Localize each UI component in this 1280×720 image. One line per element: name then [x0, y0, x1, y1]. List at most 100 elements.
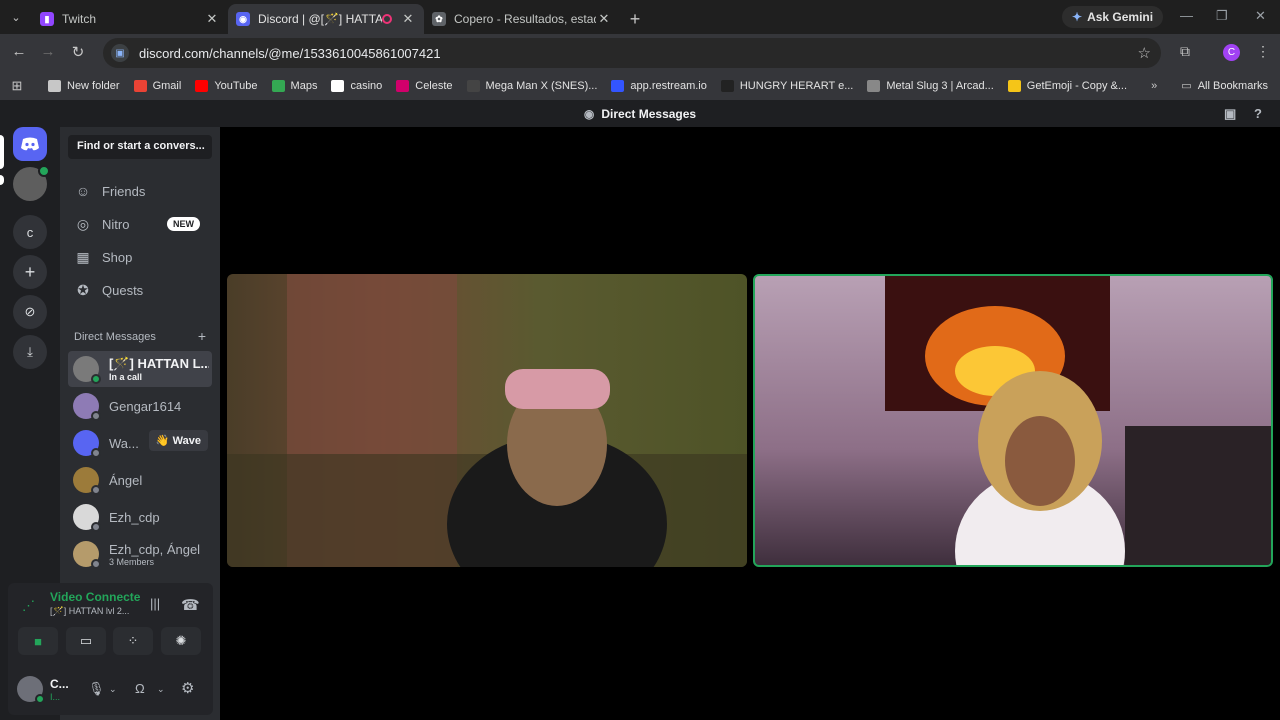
status-dot: [91, 559, 101, 569]
username[interactable]: C...: [50, 677, 69, 691]
dm-item[interactable]: Ezh_cdp, Ángel 3 Members: [68, 536, 212, 572]
forward-arrow-icon[interactable]: →: [33, 43, 63, 60]
download-icon[interactable]: ⤓: [13, 335, 47, 369]
ask-gemini-button[interactable]: ✦ Ask Gemini: [1062, 6, 1164, 28]
close-tab-icon[interactable]: ✕: [204, 11, 220, 27]
user-panel: C... I... 🎙 ⌄ Ω ⌄ ⚙: [8, 663, 213, 715]
reload-icon[interactable]: ↻: [63, 43, 93, 61]
bookmark-item[interactable]: New folder: [48, 80, 120, 92]
site-info-icon[interactable]: ▣: [111, 44, 129, 62]
activities-button[interactable]: ⁘: [113, 627, 153, 655]
headphones-icon[interactable]: Ω: [135, 681, 145, 696]
bookmark-item[interactable]: GetEmoji - Copy &...: [1007, 80, 1127, 92]
tab-title: Twitch: [62, 12, 97, 26]
status-dot: [91, 522, 101, 532]
search-input[interactable]: Find or start a convers...: [68, 135, 212, 159]
discord-home-button[interactable]: [13, 127, 47, 161]
connection-signal-icon[interactable]: ⋰: [22, 598, 35, 614]
nav-label: Shop: [102, 249, 133, 265]
server-c[interactable]: c: [13, 215, 47, 249]
dm-item[interactable]: [🪄] HATTAN L... In a call: [68, 351, 212, 387]
bookmark-label: Gmail: [152, 80, 182, 92]
bookmark-label: Celeste: [415, 80, 453, 92]
bookmark-item[interactable]: Gmail: [133, 80, 182, 92]
bookmark-star-icon[interactable]: ☆: [1138, 44, 1151, 62]
more-bookmarks-chevron-icon[interactable]: »: [1151, 80, 1157, 92]
folder-icon: [48, 80, 61, 92]
bookmark-label: casino: [350, 80, 383, 92]
back-arrow-icon[interactable]: ←: [4, 43, 34, 60]
add-server-plus-icon[interactable]: +: [13, 255, 47, 289]
folder-icon: ▭: [1181, 80, 1192, 92]
create-dm-plus-icon[interactable]: +: [198, 329, 206, 343]
server-avatar[interactable]: [13, 165, 50, 201]
shop-icon: ▦: [76, 248, 90, 265]
dm-item[interactable]: Gengar1614: [68, 388, 212, 424]
discover-compass-icon[interactable]: ⊘: [13, 295, 47, 329]
restore-icon[interactable]: ❐: [1216, 8, 1228, 24]
dm-item[interactable]: Ángel: [68, 462, 212, 498]
tab-search-chevron-icon[interactable]: ⌄: [0, 0, 32, 34]
nav-shop[interactable]: ▦ Shop: [68, 242, 212, 272]
nav-nitro[interactable]: ◎ Nitro NEW: [68, 209, 212, 239]
video-tile-participant-1[interactable]: [227, 274, 747, 567]
help-icon[interactable]: ?: [1254, 106, 1262, 121]
tab-title: Discord | @[🪄] HATTAN lvl 2…: [258, 12, 382, 26]
browser-tab-bar: ⌄ ▮ Twitch ✕ ◉ Discord | @[🪄] HATTAN lvl…: [0, 0, 1280, 34]
avatar: [73, 467, 101, 495]
camera-button[interactable]: ■: [18, 627, 58, 655]
dm-item[interactable]: Ezh_cdp: [68, 499, 212, 535]
new-tab-plus-icon[interactable]: +: [620, 4, 650, 34]
bookmark-item[interactable]: Maps: [271, 80, 317, 92]
inbox-icon[interactable]: ▣: [1224, 106, 1236, 122]
dm-text: Ángel: [109, 473, 142, 488]
browser-toolbar: ← → ↻ ▣ discord.com/channels/@me/1533610…: [0, 34, 1280, 72]
tab-twitch[interactable]: ▮ Twitch ✕: [32, 4, 229, 34]
celeste-icon: [396, 80, 410, 92]
bookmark-item[interactable]: casino: [331, 80, 382, 92]
bookmark-item[interactable]: YouTube: [195, 80, 258, 92]
megaman-icon: [466, 80, 480, 92]
user-avatar[interactable]: [17, 676, 45, 704]
audio-options-chevron-icon[interactable]: ⌄: [157, 684, 165, 695]
minimize-icon[interactable]: —: [1180, 8, 1193, 23]
recording-indicator-icon: [382, 14, 392, 24]
dm-name: Ezh_cdp, Ángel: [109, 541, 201, 557]
browser-menu-kebab-icon[interactable]: ⋮: [1256, 43, 1270, 60]
bookmark-item[interactable]: app.restream.io: [611, 80, 707, 92]
wave-button[interactable]: 👋 Wave: [148, 430, 208, 451]
dm-item[interactable]: Wa... 👋 Wave: [68, 425, 212, 461]
microphone-icon[interactable]: 🎙: [88, 681, 105, 697]
address-bar[interactable]: ▣ discord.com/channels/@me/1533610045861…: [103, 38, 1161, 68]
maps-icon: [271, 80, 285, 92]
nav-quests[interactable]: ✪ Quests: [68, 275, 212, 305]
close-tab-icon[interactable]: ✕: [400, 11, 416, 27]
profile-avatar[interactable]: C: [1223, 44, 1240, 61]
mic-options-chevron-icon[interactable]: ⌄: [109, 684, 117, 695]
screen-share-button[interactable]: ▭: [66, 627, 106, 655]
close-tab-icon[interactable]: ✕: [596, 11, 612, 27]
page-title: Direct Messages: [601, 106, 697, 121]
soundboard-button[interactable]: ✺: [161, 627, 201, 655]
nav-friends[interactable]: ☺ Friends: [68, 176, 212, 206]
voice-channel-name[interactable]: [🪄] HATTAN lvl 2...: [50, 606, 146, 617]
window-close-icon[interactable]: ✕: [1255, 8, 1266, 24]
tab-discord[interactable]: ◉ Discord | @[🪄] HATTAN lvl 2… ✕: [228, 4, 424, 34]
voice-status-title: Video Connected: [50, 590, 140, 604]
settings-gear-icon[interactable]: ⚙: [181, 679, 194, 697]
status-dot: [91, 485, 101, 495]
tab-copero[interactable]: ✿ Copero - Resultados, estadístic… ✕: [424, 4, 620, 34]
bookmark-item[interactable]: Metal Slug 3 | Arcad...: [867, 80, 994, 92]
video-tile-participant-2-speaking[interactable]: [753, 274, 1273, 567]
bookmark-item[interactable]: Celeste: [396, 80, 453, 92]
bookmark-item[interactable]: Mega Man X (SNES)...: [466, 80, 597, 92]
extensions-puzzle-icon[interactable]: ⧉: [1180, 43, 1190, 60]
twitch-favicon-icon: ▮: [40, 12, 54, 26]
disconnect-call-icon[interactable]: ☎: [181, 596, 200, 614]
all-bookmarks-link[interactable]: All Bookmarks: [1198, 80, 1268, 92]
apps-grid-icon[interactable]: ⊞: [0, 78, 34, 94]
url-text[interactable]: discord.com/channels/@me/153361004586100…: [139, 46, 441, 61]
bookmark-item[interactable]: HUNGRY HERART e...: [720, 80, 853, 92]
nav-label: Nitro: [102, 216, 130, 232]
noise-suppression-icon[interactable]: |||: [150, 596, 160, 611]
